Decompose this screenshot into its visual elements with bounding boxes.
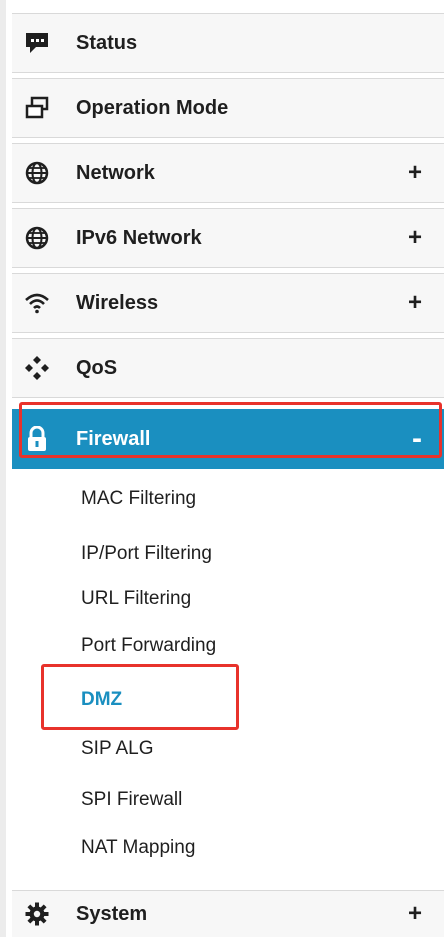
submenu-item-ip-port-filtering[interactable]: IP/Port Filtering: [81, 543, 212, 565]
chat-bubble-icon: [24, 30, 50, 56]
plus-icon: +: [407, 159, 422, 186]
menu-item-label: Status: [76, 31, 138, 54]
windows-icon: [24, 95, 50, 121]
submenu-item-url-filtering[interactable]: URL Filtering: [81, 588, 191, 610]
submenu-item-spi-firewall[interactable]: SPI Firewall: [81, 789, 182, 811]
menu-item-network[interactable]: Network +: [12, 143, 444, 203]
menu-item-label: Operation Mode: [76, 96, 229, 119]
menu-item-status[interactable]: Status: [12, 13, 444, 73]
diamonds-icon: [24, 355, 50, 381]
menu-item-label: Wireless: [76, 291, 159, 314]
menu-item-label: QoS: [76, 356, 118, 379]
globe-icon: [24, 160, 50, 186]
menu-item-operation-mode[interactable]: Operation Mode: [12, 78, 444, 138]
submenu-item-sip-alg[interactable]: SIP ALG: [81, 738, 154, 760]
menu-item-system[interactable]: System +: [12, 890, 444, 937]
menu-item-label: System: [76, 902, 148, 925]
lock-icon: [24, 426, 50, 452]
menu-item-label: IPv6 Network: [76, 226, 202, 249]
submenu-item-nat-mapping[interactable]: NAT Mapping: [81, 837, 195, 859]
minus-icon: -: [412, 422, 422, 455]
plus-icon: +: [407, 289, 422, 316]
menu-item-wireless[interactable]: Wireless +: [12, 273, 444, 333]
menu-item-qos[interactable]: QoS: [12, 338, 444, 398]
sidebar-menu: Status Operation Mode Network + IPv6 Net…: [0, 0, 448, 937]
globe-icon: [24, 225, 50, 251]
submenu-item-port-forwarding[interactable]: Port Forwarding: [81, 635, 216, 657]
highlight-dmz: [41, 664, 239, 730]
submenu-item-mac-filtering[interactable]: MAC Filtering: [81, 488, 196, 510]
plus-icon: +: [407, 900, 422, 927]
menu-item-label: Firewall: [76, 427, 151, 450]
menu-item-ipv6-network[interactable]: IPv6 Network +: [12, 208, 444, 268]
menu-item-label: Network: [76, 161, 155, 184]
plus-icon: +: [407, 224, 422, 251]
gear-icon: [24, 901, 50, 927]
submenu-item-dmz[interactable]: DMZ: [81, 689, 122, 711]
menu-item-firewall[interactable]: Firewall -: [12, 409, 444, 469]
wifi-icon: [24, 290, 50, 316]
